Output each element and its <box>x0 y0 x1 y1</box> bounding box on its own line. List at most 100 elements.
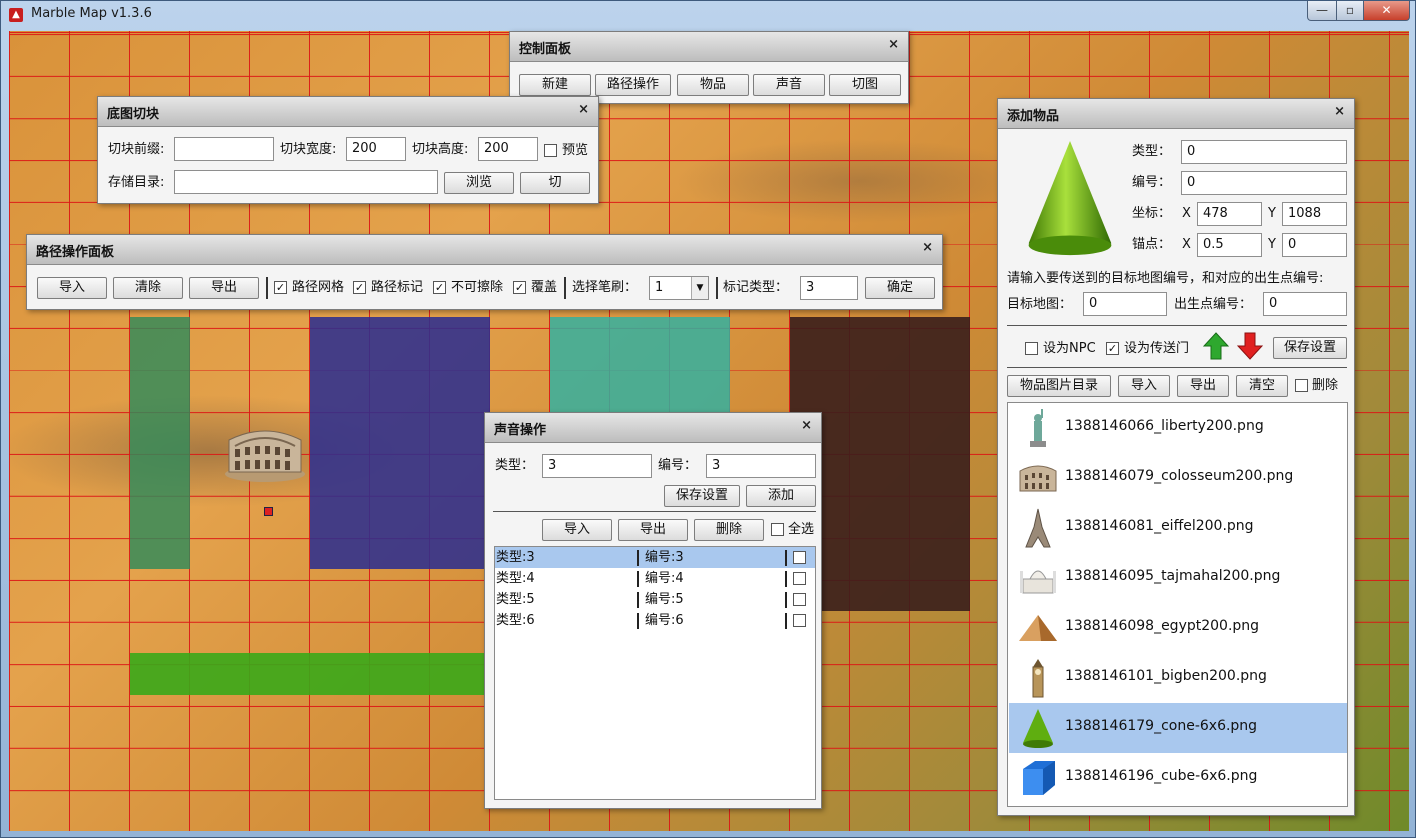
cut-button[interactable]: 切 <box>520 172 590 194</box>
row-checkbox[interactable] <box>793 593 806 606</box>
list-item[interactable]: 类型:6 编号:6 <box>495 610 815 631</box>
chevron-down-icon[interactable]: ▼ <box>691 277 708 299</box>
list-item[interactable]: 1388146095_tajmahal200.png <box>1009 553 1347 603</box>
control-panel-header[interactable]: 控制面板 × <box>510 32 908 62</box>
path-ops-button[interactable]: 路径操作 <box>595 74 671 96</box>
path-ok-button[interactable]: 确定 <box>865 277 935 299</box>
npc-checkbox[interactable] <box>1025 342 1038 355</box>
sound-button[interactable]: 声音 <box>753 74 825 96</box>
panel-title: 底图切块 <box>107 107 160 122</box>
brush-label: 选择笔刷： <box>572 280 638 295</box>
path-export-button[interactable]: 导出 <box>189 277 259 299</box>
sound-list[interactable]: 类型:3 编号:3 类型:4 编号:4 类型:5 编号:5 类型:6 编号:6 <box>494 546 816 800</box>
item-export-button[interactable]: 导出 <box>1177 375 1229 397</box>
image-dir-button[interactable]: 物品图片目录 <box>1007 375 1111 397</box>
item-delete-checkbox[interactable] <box>1295 379 1308 392</box>
close-icon[interactable]: × <box>801 418 812 433</box>
sound-id-cell: 编号:5 <box>645 592 684 607</box>
prefix-input[interactable] <box>174 137 274 161</box>
list-item[interactable]: 1388146179_cone-6x6.png <box>1009 703 1347 753</box>
select-all-checkbox[interactable] <box>771 523 784 536</box>
close-icon[interactable]: × <box>888 37 899 52</box>
sound-type-cell: 类型:4 <box>496 571 535 586</box>
divider <box>637 613 639 629</box>
cut-map-button[interactable]: 切图 <box>829 74 901 96</box>
list-item[interactable]: 1388146081_eiffel200.png <box>1009 503 1347 553</box>
zone-navy[interactable] <box>310 317 490 569</box>
list-item[interactable]: 1388146079_colosseum200.png <box>1009 453 1347 503</box>
path-clear-button[interactable]: 清除 <box>113 277 183 299</box>
minimize-button[interactable]: — <box>1307 1 1337 21</box>
sound-type-input[interactable]: 3 <box>542 454 652 478</box>
row-checkbox[interactable] <box>793 614 806 627</box>
spawn-input[interactable]: 0 <box>1263 292 1347 316</box>
list-item[interactable]: 类型:4 编号:4 <box>495 568 815 589</box>
list-item[interactable]: 类型:3 编号:3 <box>495 547 815 568</box>
item-image-list[interactable]: 1388146066_liberty200.png 1388146079_col… <box>1007 402 1348 807</box>
zone-lime[interactable] <box>130 653 490 695</box>
row-checkbox[interactable] <box>793 551 806 564</box>
colosseum-sprite[interactable] <box>221 416 309 486</box>
anchor-label: 锚点： <box>1132 237 1172 252</box>
path-ops-panel-header[interactable]: 路径操作面板 × <box>27 235 942 265</box>
zone-green[interactable] <box>130 317 190 569</box>
coord-y-input[interactable]: 1088 <box>1282 202 1347 226</box>
close-icon[interactable]: × <box>922 240 933 255</box>
maximize-button[interactable]: ▫ <box>1336 1 1364 21</box>
preview-label: 预览 <box>562 143 589 158</box>
item-id-input[interactable]: 0 <box>1181 171 1347 195</box>
tile-width-input[interactable]: 200 <box>346 137 406 161</box>
anchor-marker[interactable] <box>264 507 273 516</box>
tile-cut-panel-header[interactable]: 底图切块 × <box>98 97 598 127</box>
cover-checkbox[interactable]: ✓ <box>513 281 526 294</box>
path-mark-checkbox[interactable]: ✓ <box>353 281 366 294</box>
path-grid-checkbox[interactable]: ✓ <box>274 281 287 294</box>
mark-type-input[interactable]: 3 <box>800 276 858 300</box>
close-icon[interactable]: × <box>578 102 589 117</box>
close-window-button[interactable]: ✕ <box>1363 1 1410 21</box>
list-item[interactable]: 1388146196_cube-6x6.png <box>1009 753 1347 803</box>
sound-import-button[interactable]: 导入 <box>542 519 612 541</box>
path-import-button[interactable]: 导入 <box>37 277 107 299</box>
target-map-input[interactable]: 0 <box>1083 292 1167 316</box>
sound-type-label: 类型： <box>495 458 535 473</box>
coord-x-input[interactable]: 478 <box>1197 202 1262 226</box>
sound-id-input[interactable]: 3 <box>706 454 816 478</box>
items-button[interactable]: 物品 <box>677 74 749 96</box>
no-wipe-checkbox[interactable]: ✓ <box>433 281 446 294</box>
item-type-input[interactable]: 0 <box>1181 140 1347 164</box>
anchor-y-input[interactable]: 0 <box>1282 233 1347 257</box>
divider <box>785 592 787 608</box>
list-item[interactable]: 1388146066_liberty200.png <box>1009 403 1347 453</box>
sound-add-button[interactable]: 添加 <box>746 485 816 507</box>
row-checkbox[interactable] <box>793 572 806 585</box>
preview-checkbox[interactable] <box>544 144 557 157</box>
item-import-button[interactable]: 导入 <box>1118 375 1170 397</box>
divider <box>716 277 718 299</box>
sound-panel-header[interactable]: 声音操作 × <box>485 413 821 443</box>
divider <box>785 613 787 629</box>
add-item-panel-header[interactable]: 添加物品 × <box>998 99 1354 129</box>
divider <box>564 277 566 299</box>
anchor-x-input[interactable]: 0.5 <box>1197 233 1262 257</box>
brush-select[interactable]: 1 ▼ <box>649 276 709 300</box>
sound-export-button[interactable]: 导出 <box>618 519 688 541</box>
browse-button[interactable]: 浏览 <box>444 172 514 194</box>
sound-delete-button[interactable]: 删除 <box>694 519 764 541</box>
list-item[interactable]: 1388146098_egypt200.png <box>1009 603 1347 653</box>
dir-input[interactable] <box>174 170 438 194</box>
coord-label: 坐标： <box>1132 206 1172 221</box>
tile-height-input[interactable]: 200 <box>478 137 538 161</box>
new-button[interactable]: 新建 <box>519 74 591 96</box>
item-clear-button[interactable]: 清空 <box>1236 375 1288 397</box>
item-save-button[interactable]: 保存设置 <box>1273 337 1347 359</box>
portal-checkbox[interactable]: ✓ <box>1106 342 1119 355</box>
tile-height-label: 切块高度: <box>412 142 469 157</box>
close-icon[interactable]: × <box>1334 104 1345 119</box>
sound-save-button[interactable]: 保存设置 <box>664 485 740 507</box>
list-item[interactable]: 1388146101_bigben200.png <box>1009 653 1347 703</box>
list-item[interactable]: 类型:5 编号:5 <box>495 589 815 610</box>
zone-teal[interactable] <box>550 317 730 427</box>
arrow-down-icon[interactable] <box>1237 332 1263 360</box>
arrow-up-icon[interactable] <box>1203 332 1229 360</box>
